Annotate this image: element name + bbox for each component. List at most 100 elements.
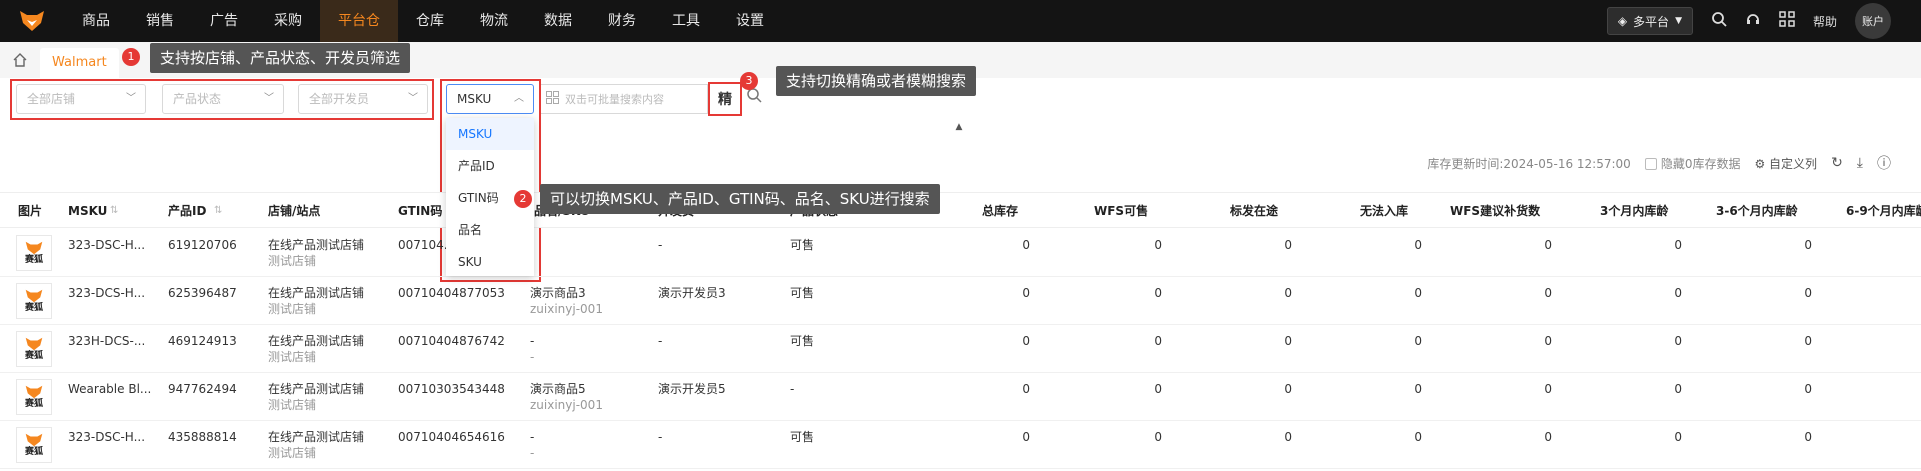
- search-icon[interactable]: [1711, 11, 1727, 31]
- brand-logo[interactable]: [0, 0, 64, 42]
- product-thumbnail[interactable]: 赛狐: [16, 379, 52, 415]
- cell-msku[interactable]: 323-DSC-H...: [68, 429, 145, 445]
- custom-columns-button[interactable]: ⚙ 自定义列: [1754, 155, 1817, 172]
- cell-msku[interactable]: 323-DSC-H...: [68, 237, 145, 253]
- th-age-0-3[interactable]: 3个月内库龄: [1600, 193, 1668, 229]
- batch-grid-icon[interactable]: [546, 91, 559, 107]
- cell-number: 0: [1022, 238, 1030, 252]
- product-thumbnail[interactable]: 赛狐: [16, 235, 52, 271]
- download-icon[interactable]: ⤓: [1857, 155, 1863, 171]
- sort-icon[interactable]: ⇅: [214, 193, 222, 229]
- sort-icon[interactable]: ⇅: [110, 193, 118, 229]
- platform-switch-button[interactable]: ◈ 多平台 ▼: [1606, 7, 1693, 35]
- cell-number: 0: [1284, 382, 1292, 396]
- table-row[interactable]: 赛狐 323-DCS-H... 625396487 在线产品测试店铺 测试店铺 00710…: [0, 277, 1921, 325]
- cell-gtin: 00710404876742: [398, 334, 505, 348]
- store-name: 在线产品测试店铺: [268, 430, 365, 444]
- thumbnail-text: 赛狐: [24, 399, 43, 409]
- th-msku[interactable]: MSKU: [68, 193, 107, 229]
- cell-number: 0: [1284, 286, 1292, 300]
- collapse-filter-icon[interactable]: ▲: [936, 122, 982, 134]
- product-sku: -: [530, 446, 535, 460]
- dropdown-option-sku[interactable]: SKU: [446, 246, 534, 278]
- nav-item-purchase[interactable]: 采购: [256, 0, 320, 42]
- refresh-icon[interactable]: ↻: [1831, 155, 1843, 171]
- help-circle-icon[interactable]: ⓘ: [1877, 153, 1891, 173]
- th-unable-inbound[interactable]: 无法入库: [1360, 193, 1408, 229]
- th-wfs-available[interactable]: WFS可售: [1094, 193, 1148, 229]
- table-row[interactable]: 赛狐 323-DSC-H... 619120706 在线产品测试店铺 测试店铺 00710…: [0, 229, 1921, 277]
- account-avatar[interactable]: 账户: [1855, 3, 1891, 39]
- search-input[interactable]: 双击可批量搜索内容: [540, 84, 708, 114]
- dropdown-option-msku[interactable]: MSKU: [446, 118, 534, 150]
- product-thumbnail[interactable]: 赛狐: [16, 331, 52, 367]
- nav-item-platform-warehouse[interactable]: 平台仓: [320, 0, 398, 42]
- exact-search-toggle[interactable]: 精: [708, 82, 742, 116]
- th-wfs-restock[interactable]: WFS建议补货数: [1450, 193, 1540, 229]
- cell-store: 在线产品测试店铺 测试店铺: [268, 285, 364, 317]
- th-product-id[interactable]: 产品ID: [168, 193, 206, 229]
- th-age-3-6[interactable]: 3-6个月内库龄: [1716, 193, 1798, 229]
- product-sku: zuixinyj-001: [530, 302, 603, 316]
- cell-number: 0: [1544, 334, 1552, 348]
- search-submit-icon[interactable]: [746, 87, 762, 107]
- product-thumbnail[interactable]: 赛狐: [16, 283, 52, 319]
- nav-item-sales[interactable]: 销售: [128, 0, 192, 42]
- product-name: -: [530, 334, 535, 348]
- nav-item-logistics[interactable]: 物流: [462, 0, 526, 42]
- stock-update-time: 库存更新时间:2024-05-16 12:57:00: [1427, 156, 1631, 171]
- nav-item-tools[interactable]: 工具: [654, 0, 718, 42]
- cell-number: 0: [1414, 430, 1422, 444]
- nav-item-finance[interactable]: 财务: [590, 0, 654, 42]
- cell-product-id[interactable]: 435888814: [168, 429, 237, 445]
- nav-item-warehouse[interactable]: 仓库: [398, 0, 462, 42]
- help-link[interactable]: 帮助: [1813, 13, 1837, 30]
- table-row[interactable]: 赛狐 323-DSC-H... 435888814 在线产品测试店铺 测试店铺 00710…: [0, 421, 1921, 469]
- dropdown-option-name[interactable]: 品名: [446, 214, 534, 246]
- table-row[interactable]: 赛狐 323H-DCS-... 469124913 在线产品测试店铺 测试店铺 00710…: [0, 325, 1921, 373]
- product-thumbnail[interactable]: 赛狐: [16, 427, 52, 463]
- layers-icon: ◈: [1617, 14, 1628, 28]
- home-icon[interactable]: [0, 42, 40, 78]
- cell-msku[interactable]: 323H-DCS-...: [68, 333, 145, 349]
- grid-apps-icon[interactable]: [1779, 11, 1795, 31]
- cell-store: 在线产品测试店铺 测试店铺: [268, 333, 364, 365]
- cell-product-id[interactable]: 947762494: [168, 381, 237, 397]
- cell-product-id[interactable]: 469124913: [168, 333, 237, 349]
- product-sku: -: [530, 350, 535, 364]
- dropdown-option-product-id[interactable]: 产品ID: [446, 150, 534, 182]
- site-name: 测试店铺: [268, 302, 317, 316]
- cell-number: 0: [1284, 334, 1292, 348]
- cell-number: 0: [1544, 382, 1552, 396]
- cell-msku[interactable]: Wearable Bl...: [68, 381, 151, 397]
- product-name: 演示商品3: [530, 286, 586, 300]
- nav-item-ads[interactable]: 广告: [192, 0, 256, 42]
- cell-number: 0: [1284, 430, 1292, 444]
- cell-number: 0: [1544, 286, 1552, 300]
- th-inbound[interactable]: 标发在途: [1230, 193, 1278, 229]
- cell-product-id[interactable]: 625396487: [168, 285, 237, 301]
- cell-number: 0: [1022, 286, 1030, 300]
- table-row[interactable]: 赛狐 Wearable Bl... 947762494 在线产品测试店铺 测试店铺 007…: [0, 373, 1921, 421]
- main-nav: 商品 销售 广告 采购 平台仓 仓库 物流 数据 财务 工具 设置: [64, 0, 782, 42]
- cell-gtin: 00710404877053: [398, 286, 505, 300]
- cell-product-id[interactable]: 619120706: [168, 237, 237, 253]
- cell-number: 0: [1154, 334, 1162, 348]
- th-age-6-9[interactable]: 6-9个月内库龄: [1846, 193, 1921, 229]
- cell-gtin: 00710303543448: [398, 382, 505, 396]
- thumbnail-text: 赛狐: [24, 351, 43, 361]
- nav-item-settings[interactable]: 设置: [718, 0, 782, 42]
- cell-msku[interactable]: 323-DCS-H...: [68, 285, 145, 301]
- cell-number: 0: [1804, 286, 1812, 300]
- site-name: 测试店铺: [268, 254, 317, 268]
- nav-item-products[interactable]: 商品: [64, 0, 128, 42]
- nav-item-data[interactable]: 数据: [526, 0, 590, 42]
- breadcrumb-tab-walmart[interactable]: Walmart: [40, 48, 119, 78]
- th-total-stock[interactable]: 总库存: [982, 193, 1018, 229]
- headset-icon[interactable]: [1745, 11, 1761, 31]
- hide-zero-checkbox[interactable]: 隐藏0库存数据: [1644, 155, 1740, 172]
- cell-number: 0: [1414, 238, 1422, 252]
- cell-number: 0: [1022, 430, 1030, 444]
- cell-number: 0: [1674, 430, 1682, 444]
- cell-number: 0: [1414, 286, 1422, 300]
